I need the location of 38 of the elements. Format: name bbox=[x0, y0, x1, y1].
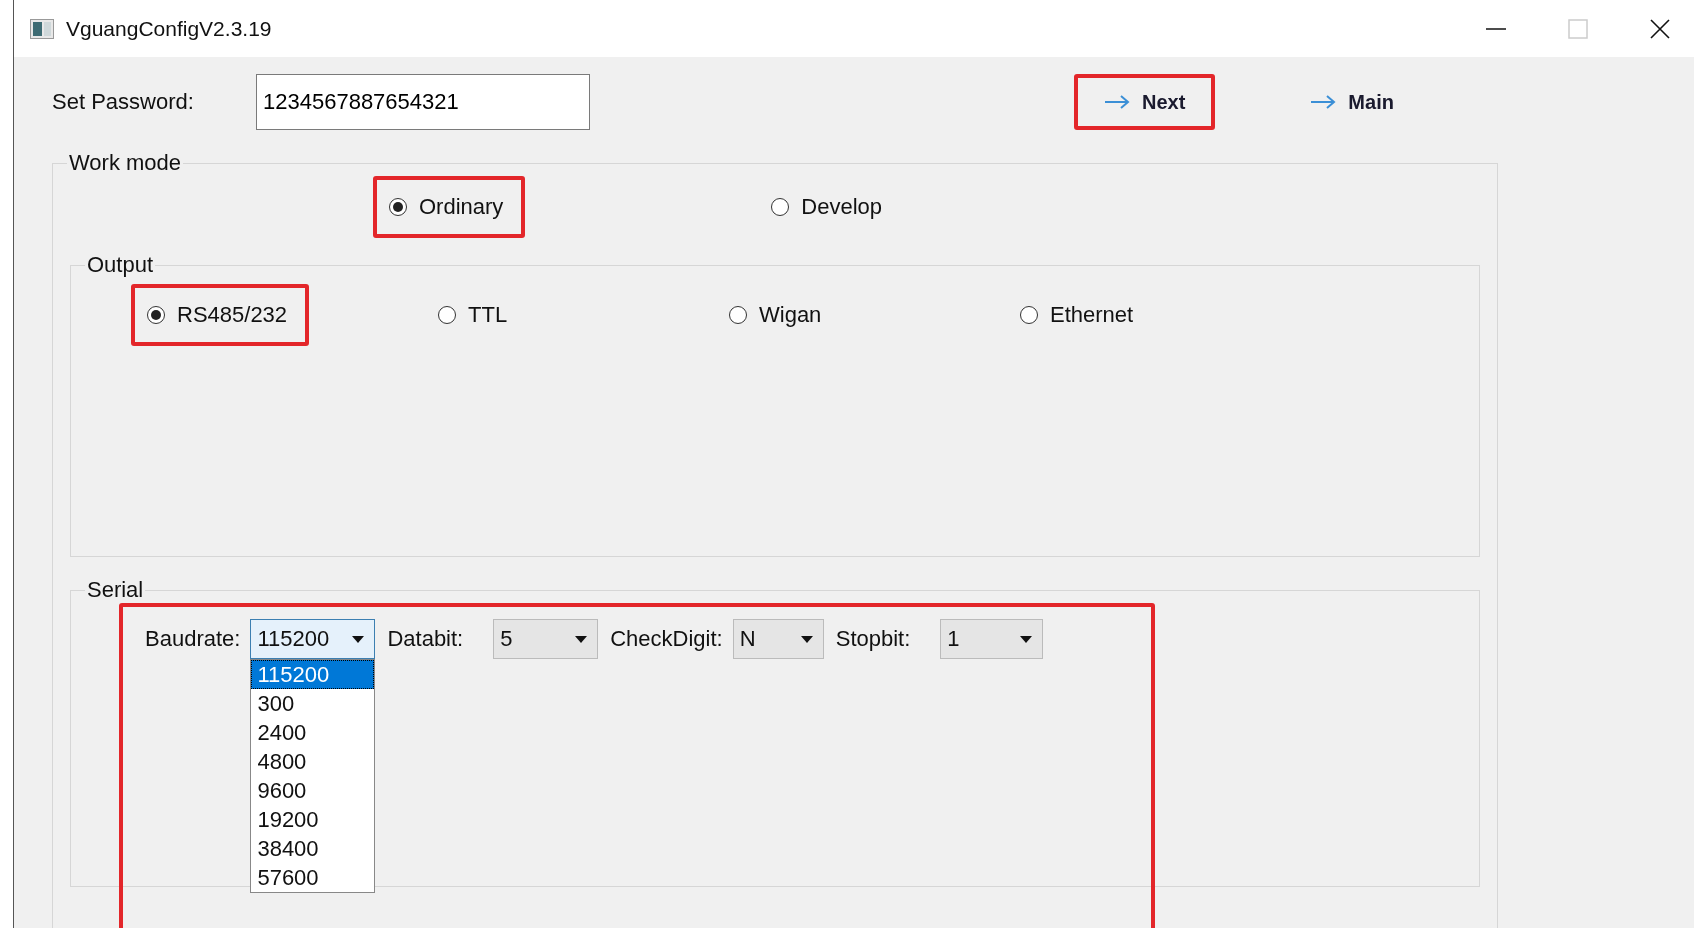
caret-icon bbox=[352, 635, 365, 643]
list-item[interactable]: 57600 bbox=[251, 863, 375, 892]
dropdown[interactable]: 1 bbox=[940, 619, 1044, 659]
radio-option[interactable]: Develop bbox=[755, 176, 905, 238]
window-title: VguangConfigV2.3.19 bbox=[66, 16, 272, 41]
dropdown[interactable]: N bbox=[732, 619, 824, 659]
list-item[interactable]: 2400 bbox=[251, 718, 375, 747]
list-item[interactable]: 115200 bbox=[251, 660, 375, 689]
group-title: Serial bbox=[86, 577, 145, 603]
password-field[interactable]: 1234567887654321 bbox=[256, 74, 590, 130]
radio-option[interactable]: RS485/232 bbox=[131, 284, 310, 346]
caret-icon bbox=[1020, 635, 1033, 643]
close-icon[interactable] bbox=[1650, 18, 1670, 39]
arrow-icon bbox=[1310, 95, 1337, 109]
app-icon bbox=[30, 18, 54, 39]
radio-option[interactable]: Wigan bbox=[713, 284, 844, 346]
list-item[interactable]: 38400 bbox=[251, 834, 375, 863]
caret-icon bbox=[800, 635, 813, 643]
group-title: Output bbox=[86, 252, 155, 278]
arrow-icon bbox=[1104, 95, 1130, 109]
caret-icon bbox=[575, 635, 588, 643]
nav-button[interactable]: Main bbox=[1280, 74, 1424, 130]
list-item[interactable]: 4800 bbox=[251, 747, 375, 776]
list-item[interactable]: 19200 bbox=[251, 805, 375, 834]
field-label: CheckDigit: bbox=[610, 625, 723, 653]
field-label: Databit: bbox=[387, 625, 464, 653]
field-label: Baudrate: bbox=[145, 625, 241, 653]
nav-button[interactable]: Next bbox=[1074, 74, 1216, 130]
list-item[interactable]: 300 bbox=[251, 689, 375, 718]
password-label: Set Password: bbox=[52, 89, 195, 115]
list-item[interactable]: 9600 bbox=[251, 776, 375, 805]
dropdown[interactable]: 115200 bbox=[250, 619, 376, 659]
radio-option[interactable]: Ethernet bbox=[1004, 284, 1156, 346]
dropdown[interactable]: 5 bbox=[493, 619, 599, 659]
group-title: Work mode bbox=[68, 150, 183, 176]
radio-option[interactable]: TTL bbox=[422, 284, 530, 346]
radio-option[interactable]: Ordinary bbox=[373, 176, 526, 238]
field-label: Stopbit: bbox=[835, 625, 911, 653]
